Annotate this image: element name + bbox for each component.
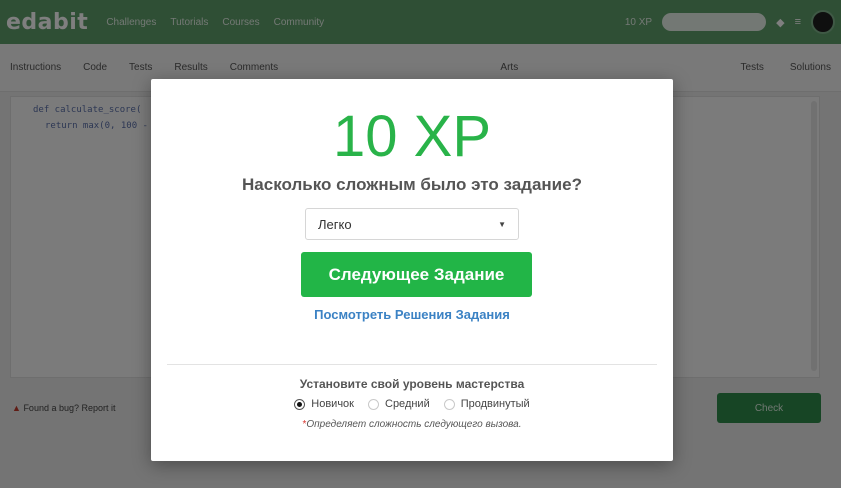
modal-divider xyxy=(167,364,657,365)
mastery-option-beginner[interactable]: Новичок xyxy=(294,398,354,410)
caret-down-icon: ▼ xyxy=(498,219,506,229)
view-solutions-link[interactable]: Посмотреть Решения Задания xyxy=(151,307,673,322)
mastery-option-advanced[interactable]: Продвинутый xyxy=(443,398,530,410)
difficulty-selected-value: Легко xyxy=(318,216,352,232)
challenge-complete-modal: 10 XP Насколько сложным было это задание… xyxy=(151,79,673,461)
difficulty-select[interactable]: Легко ▼ xyxy=(305,208,519,240)
mastery-option-label: Продвинутый xyxy=(460,398,530,410)
radio-button-checked[interactable] xyxy=(294,398,306,410)
radio-button[interactable] xyxy=(368,398,379,410)
mastery-option-label: Средний xyxy=(385,398,430,410)
mastery-option-intermediate[interactable]: Средний xyxy=(368,398,430,410)
next-challenge-button[interactable]: Следующее Задание xyxy=(301,252,532,297)
difficulty-question: Насколько сложным было это задание? xyxy=(242,175,582,194)
mastery-option-label: Новичок xyxy=(311,398,354,410)
xp-earned-title: 10 XP xyxy=(333,104,491,169)
mastery-hint: *Определяет сложность следующего вызова. xyxy=(151,419,673,430)
mastery-level-title: Установите свой уровень мастерства xyxy=(299,377,525,391)
mastery-hint-text: Определяет сложность следующего вызова. xyxy=(306,419,522,430)
mastery-radio-group: Новичок Средний Продвинутый xyxy=(151,398,673,410)
page: edabit Challenges Tutorials Courses Comm… xyxy=(0,0,841,488)
radio-button[interactable] xyxy=(443,398,455,410)
